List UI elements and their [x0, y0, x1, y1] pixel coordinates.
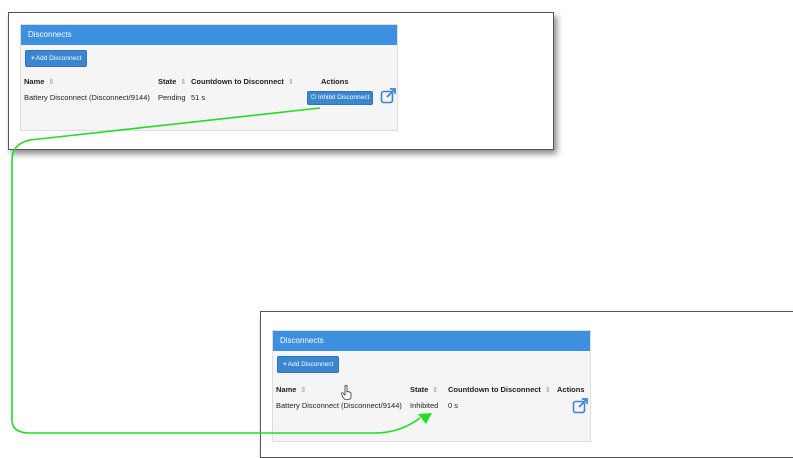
transition-arrow: [11, 107, 432, 434]
